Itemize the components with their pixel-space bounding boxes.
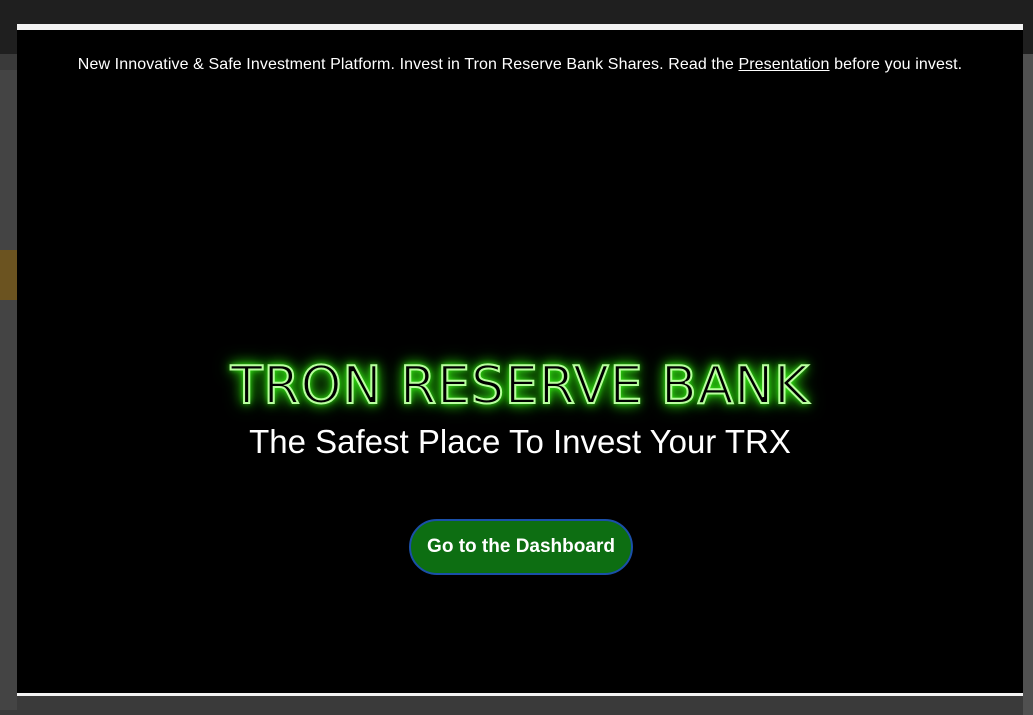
notice-text-before: New Innovative & Safe Investment Platfor… xyxy=(77,56,739,73)
background-left-panel xyxy=(0,70,17,710)
notice-text-after: before you invest. xyxy=(829,56,963,73)
brand-title: TRON RESERVE BANK xyxy=(230,355,810,417)
go-to-dashboard-button[interactable]: Go to the Dashboard xyxy=(409,519,633,575)
platform-notice: New Innovative & Safe Investment Platfor… xyxy=(17,56,1023,74)
presentation-link[interactable]: Presentation xyxy=(738,56,829,73)
background-banner xyxy=(0,250,17,300)
background-right-panel xyxy=(1023,54,1033,715)
welcome-modal: New Innovative & Safe Investment Platfor… xyxy=(17,24,1023,696)
tagline: The Safest Place To Invest Your TRX xyxy=(249,423,791,460)
